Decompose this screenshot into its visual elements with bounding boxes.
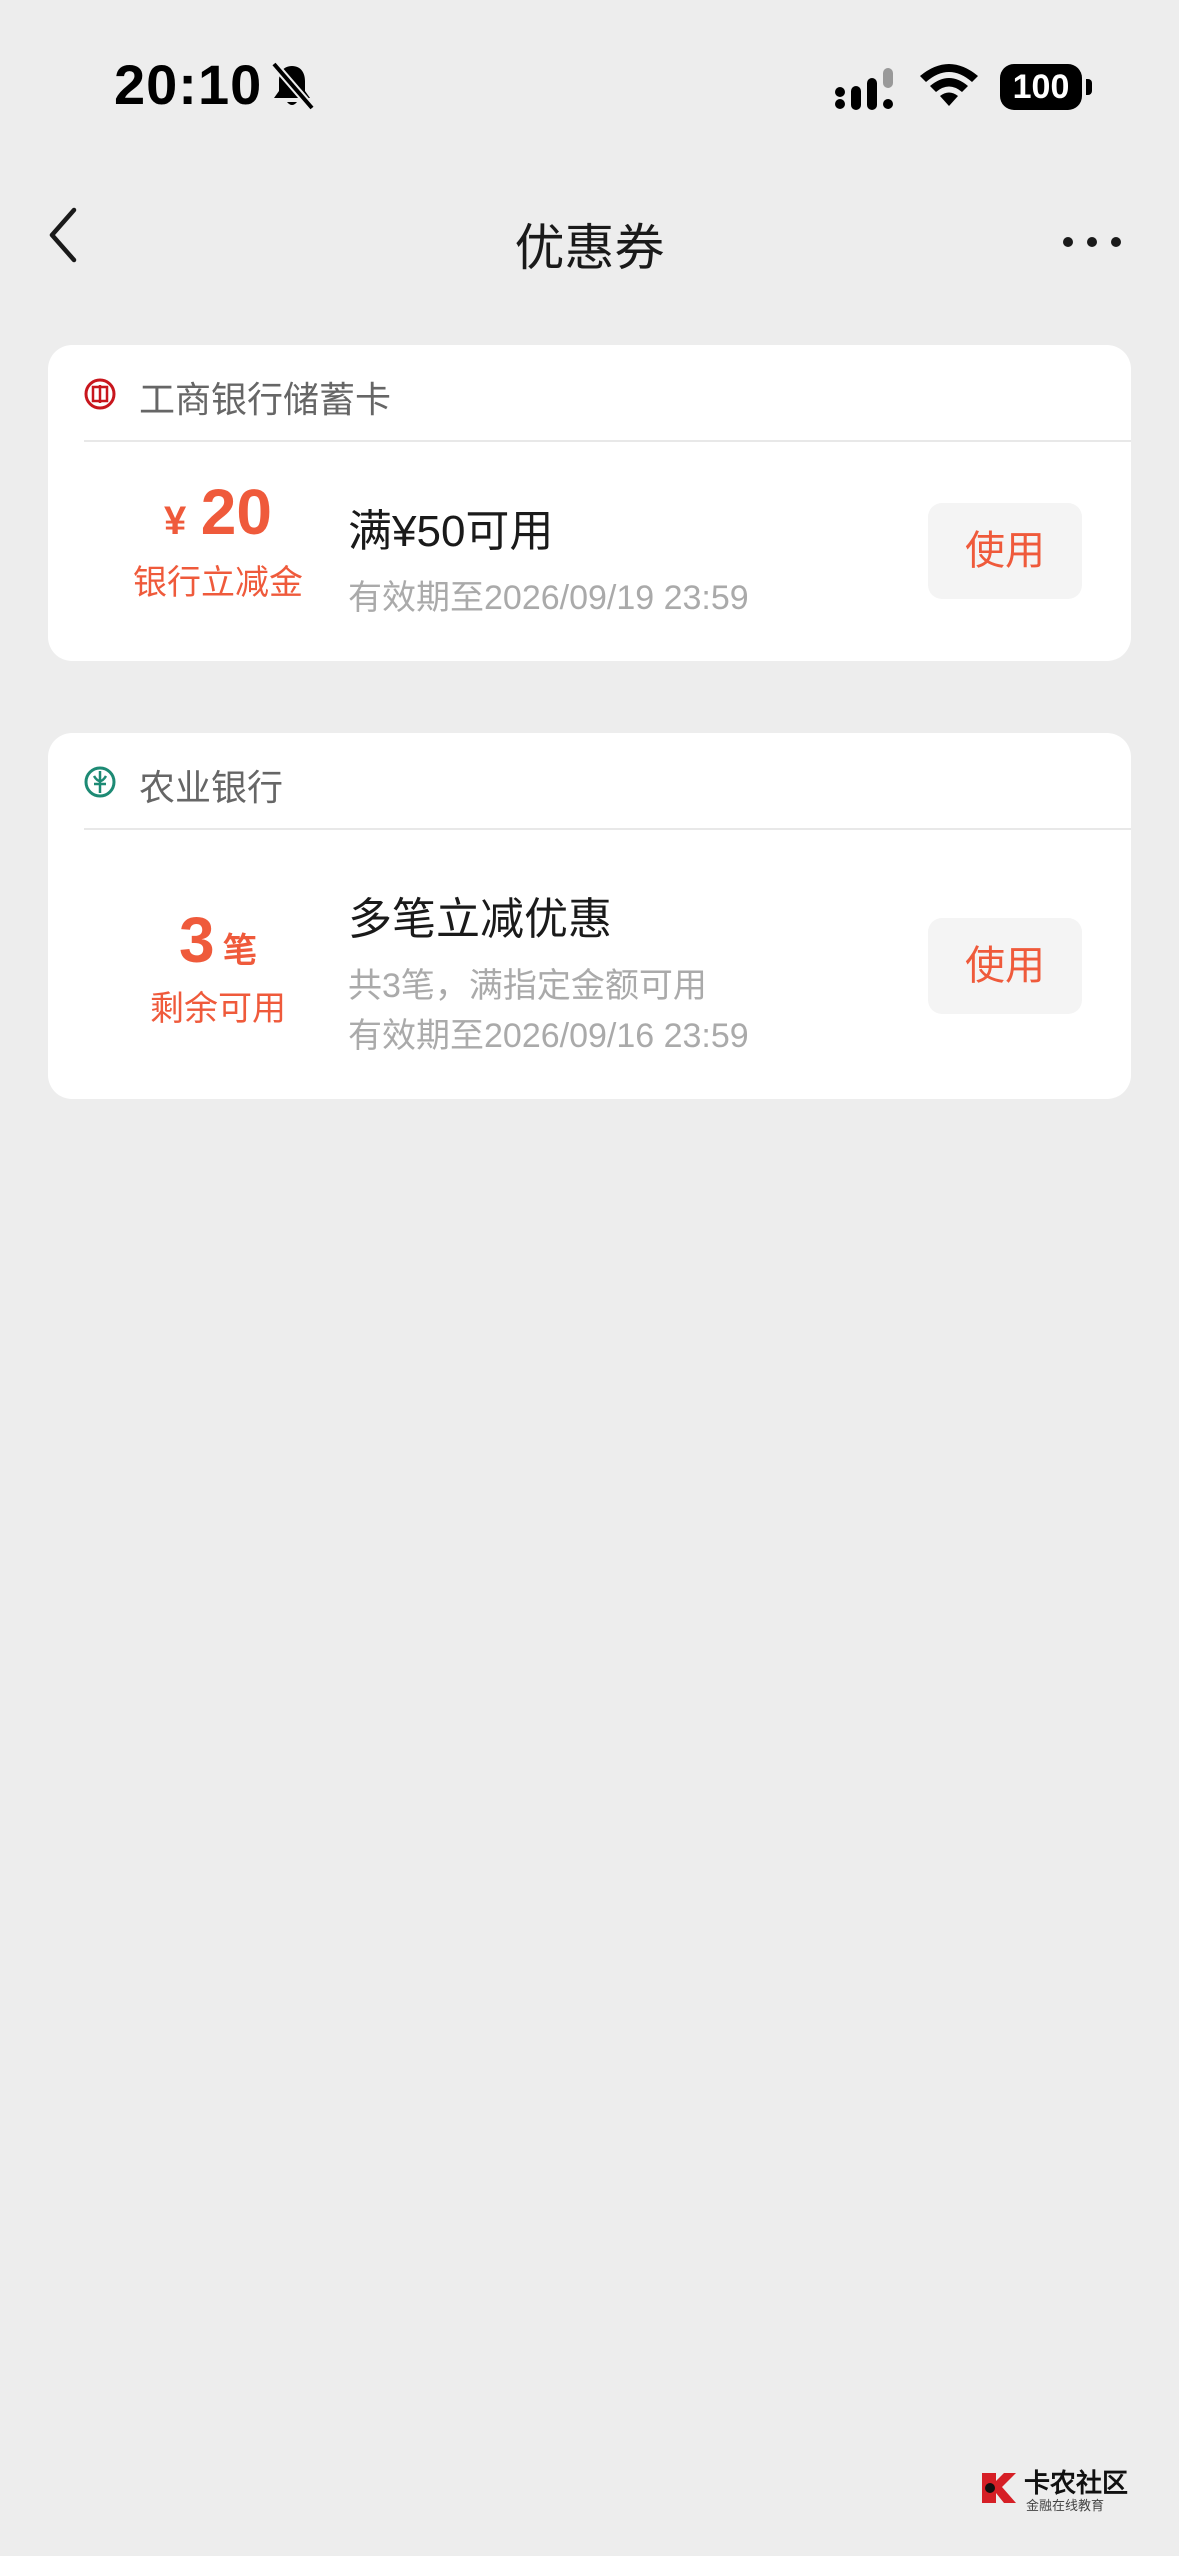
page-title: 优惠券	[514, 220, 665, 276]
battery-indicator: 100	[1000, 64, 1092, 110]
battery-level: 100	[1000, 64, 1082, 110]
coupon-count: 3 笔 剩余可用	[68, 903, 368, 1053]
kanong-logo-icon	[982, 2473, 1016, 2503]
card-header: 工商银行储蓄卡	[84, 345, 1131, 442]
cellular-signal-icon	[835, 68, 893, 110]
more-options-icon[interactable]	[1060, 230, 1124, 254]
nav-bar: 优惠券	[0, 180, 1179, 310]
watermark: 卡农社区 金融在线教育	[978, 2463, 1128, 2513]
status-bar: 20:10 100	[0, 0, 1179, 150]
count-value: 3	[178, 904, 215, 976]
use-button[interactable]: 使用	[928, 918, 1082, 1014]
amount-label: 银行立减金	[133, 564, 303, 602]
abc-logo-icon	[84, 766, 116, 798]
count-unit: 笔	[223, 932, 258, 970]
card-header: 农业银行	[84, 733, 1131, 830]
coupon-card-abc: 农业银行 3 笔 剩余可用 多笔立减优惠 共3笔，满指定金额可用 有效期至202…	[48, 733, 1131, 1099]
status-time: 20:10	[114, 53, 263, 116]
bank-name: 农业银行	[139, 767, 284, 808]
wifi-icon	[920, 64, 978, 106]
coupon-card-icbc: 工商银行储蓄卡 ¥ 20 银行立减金 满¥50可用 有效期至2026/09/19…	[48, 345, 1131, 661]
icbc-logo-icon	[84, 378, 116, 410]
coupon-validity: 有效期至2026/09/19 23:59	[348, 579, 749, 617]
battery-nub	[1086, 79, 1092, 95]
coupon-validity: 有效期至2026/09/16 23:59	[348, 1017, 749, 1055]
count-label: 剩余可用	[150, 990, 286, 1028]
coupon-title: 多笔立减优惠	[348, 895, 612, 944]
coupon-condition: 共3笔，满指定金额可用	[348, 967, 707, 1005]
use-button[interactable]: 使用	[928, 503, 1082, 599]
amount-value: 20	[200, 476, 272, 548]
coupon-title: 满¥50可用	[348, 507, 554, 556]
bell-muted-icon	[270, 61, 316, 111]
coupon-amount: ¥ 20 银行立减金	[68, 475, 368, 625]
bank-name: 工商银行储蓄卡	[139, 379, 392, 420]
watermark-subtitle: 金融在线教育	[1026, 2498, 1105, 2513]
currency-symbol: ¥	[164, 499, 187, 543]
